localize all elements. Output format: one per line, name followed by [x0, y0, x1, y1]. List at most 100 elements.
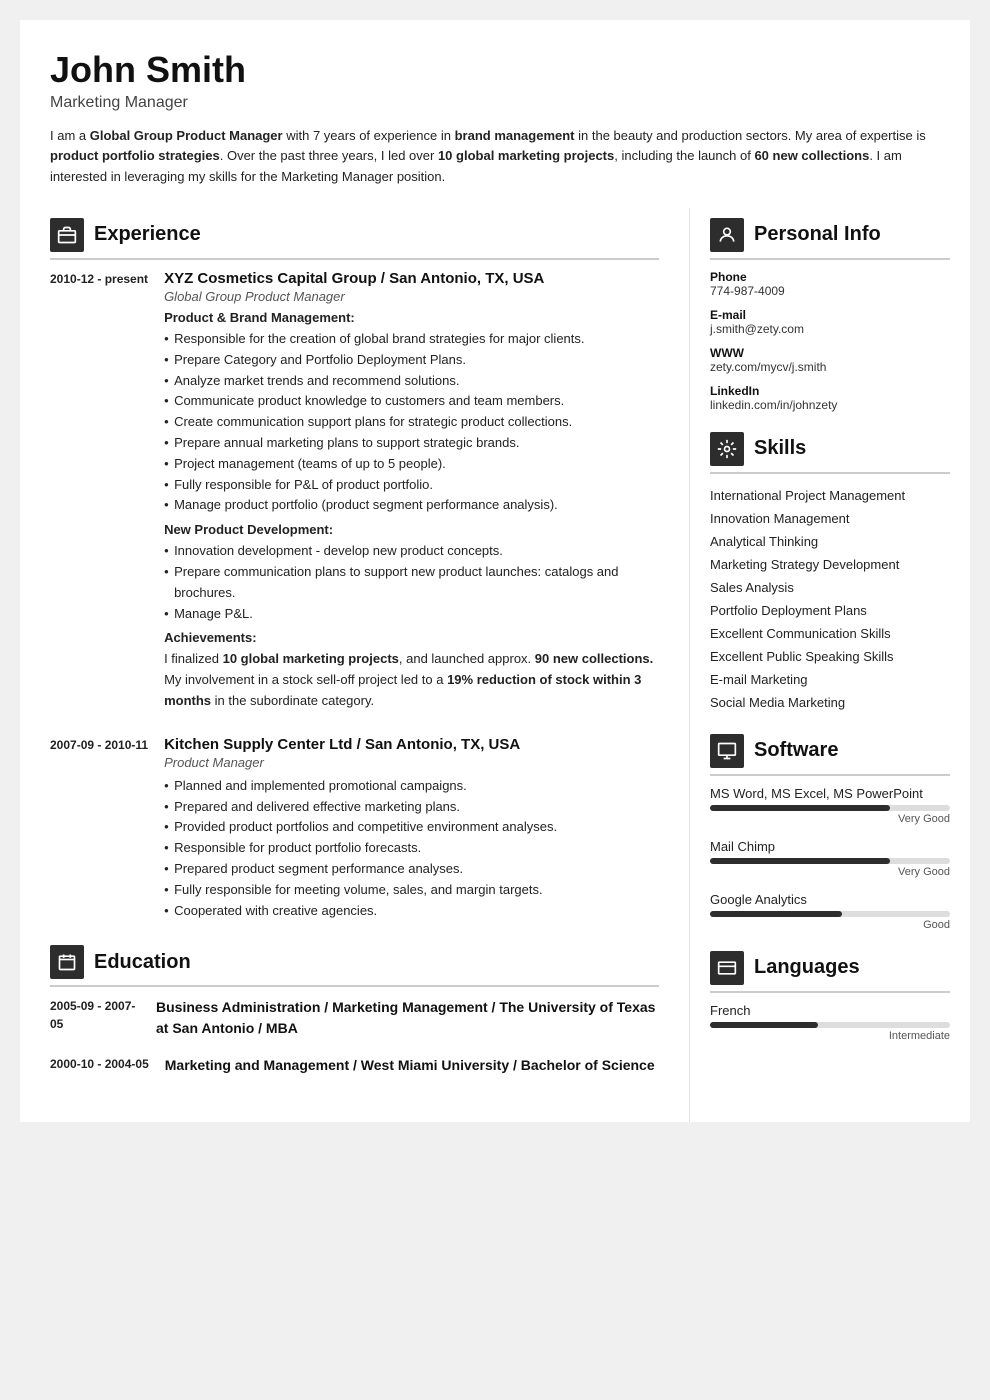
phone-label: Phone [710, 270, 950, 284]
personal-info-section-header: Personal Info [710, 218, 950, 260]
language-level-1: Intermediate [710, 1030, 950, 1042]
languages-icon [710, 951, 744, 985]
personal-info-icon [710, 218, 744, 252]
list-item: Responsible for product portfolio foreca… [164, 838, 659, 859]
experience-section-header: Experience [50, 218, 659, 260]
list-item: Manage P&L. [164, 604, 659, 625]
resume-header: John Smith Marketing Manager I am a Glob… [20, 20, 970, 208]
list-item: Communicate product knowledge to custome… [164, 391, 659, 412]
exp-subheader-achievements: Achievements: [164, 630, 659, 645]
language-name-1: French [710, 1003, 950, 1018]
software-name-1: MS Word, MS Excel, MS PowerPoint [710, 786, 950, 801]
skill-item: Portfolio Deployment Plans [710, 599, 950, 622]
exp-content-2: Kitchen Supply Center Ltd / San Antonio,… [164, 736, 659, 922]
language-item-1: French Intermediate [710, 1003, 950, 1042]
list-item: Manage product portfolio (product segmen… [164, 495, 659, 516]
skill-item: Excellent Communication Skills [710, 622, 950, 645]
software-item-2: Mail Chimp Very Good [710, 839, 950, 878]
list-item: Planned and implemented promotional camp… [164, 776, 659, 797]
exp-role-1: Global Group Product Manager [164, 289, 659, 304]
candidate-name: John Smith [50, 50, 940, 90]
experience-heading: Experience [94, 223, 201, 246]
education-entry-1: 2005-09 - 2007-05 Business Administratio… [50, 997, 659, 1039]
skill-item: Sales Analysis [710, 576, 950, 599]
email-label: E-mail [710, 308, 950, 322]
software-name-3: Google Analytics [710, 892, 950, 907]
education-section-header: Education [50, 945, 659, 987]
list-item: Responsible for the creation of global b… [164, 329, 659, 350]
list-item: Prepare Category and Portfolio Deploymen… [164, 350, 659, 371]
linkedin-label: LinkedIn [710, 384, 950, 398]
phone-info: Phone 774-987-4009 [710, 270, 950, 298]
skill-item: International Project Management [710, 484, 950, 507]
languages-heading: Languages [754, 956, 860, 979]
skill-item: Social Media Marketing [710, 691, 950, 714]
www-label: WWW [710, 346, 950, 360]
software-bar-3 [710, 911, 950, 917]
exp-subheader-newproduct: New Product Development: [164, 522, 659, 537]
exp-company-2: Kitchen Supply Center Ltd / San Antonio,… [164, 736, 659, 753]
software-level-1: Very Good [710, 813, 950, 825]
list-item: Analyze market trends and recommend solu… [164, 371, 659, 392]
education-icon [50, 945, 84, 979]
skill-item: Marketing Strategy Development [710, 553, 950, 576]
skills-icon [710, 432, 744, 466]
edu-degree-2: Marketing and Management / West Miami Un… [165, 1055, 655, 1076]
sidebar: Personal Info Phone 774-987-4009 E-mail … [690, 208, 970, 1122]
software-level-2: Very Good [710, 866, 950, 878]
software-item-3: Google Analytics Good [710, 892, 950, 931]
language-fill-1 [710, 1022, 818, 1028]
software-section-header: Software [710, 734, 950, 776]
linkedin-value: linkedin.com/in/johnzety [710, 398, 950, 412]
main-column: Experience 2010-12 - present XYZ Cosmeti… [20, 208, 690, 1122]
exp-bullets-kitchen: Planned and implemented promotional camp… [164, 776, 659, 922]
skill-item: Excellent Public Speaking Skills [710, 645, 950, 668]
list-item: Fully responsible for meeting volume, sa… [164, 880, 659, 901]
exp-bullets-product: Responsible for the creation of global b… [164, 329, 659, 516]
education-heading: Education [94, 951, 191, 974]
skill-item: E-mail Marketing [710, 668, 950, 691]
list-item: Prepare annual marketing plans to suppor… [164, 433, 659, 454]
exp-subheader-product: Product & Brand Management: [164, 310, 659, 325]
list-item: Prepared and delivered effective marketi… [164, 797, 659, 818]
list-item: Fully responsible for P&L of product por… [164, 475, 659, 496]
skill-item: Innovation Management [710, 507, 950, 530]
software-fill-1 [710, 805, 890, 811]
software-bar-2 [710, 858, 950, 864]
edu-date-2: 2000-10 - 2004-05 [50, 1055, 149, 1076]
language-bar-1 [710, 1022, 950, 1028]
software-level-3: Good [710, 919, 950, 931]
list-item: Prepared product segment performance ana… [164, 859, 659, 880]
exp-bullets-newproduct: Innovation development - develop new pro… [164, 541, 659, 624]
exp-company-1: XYZ Cosmetics Capital Group / San Antoni… [164, 270, 659, 287]
edu-content-2: Marketing and Management / West Miami Un… [165, 1055, 655, 1076]
list-item: Innovation development - develop new pro… [164, 541, 659, 562]
software-heading: Software [754, 739, 838, 762]
software-icon [710, 734, 744, 768]
software-fill-2 [710, 858, 890, 864]
languages-section-header: Languages [710, 951, 950, 993]
www-value: zety.com/mycv/j.smith [710, 360, 950, 374]
list-item: Create communication support plans for s… [164, 412, 659, 433]
resume-document: John Smith Marketing Manager I am a Glob… [20, 20, 970, 1122]
personal-info-heading: Personal Info [754, 223, 881, 246]
candidate-title: Marketing Manager [50, 94, 940, 112]
email-info: E-mail j.smith@zety.com [710, 308, 950, 336]
list-item: Prepare communication plans to support n… [164, 562, 659, 604]
edu-date-1: 2005-09 - 2007-05 [50, 997, 140, 1039]
software-item-1: MS Word, MS Excel, MS PowerPoint Very Go… [710, 786, 950, 825]
exp-date-1: 2010-12 - present [50, 270, 148, 712]
email-value: j.smith@zety.com [710, 322, 950, 336]
www-info: WWW zety.com/mycv/j.smith [710, 346, 950, 374]
skills-list: International Project Management Innovat… [710, 484, 950, 714]
software-bar-1 [710, 805, 950, 811]
experience-icon [50, 218, 84, 252]
resume-body: Experience 2010-12 - present XYZ Cosmeti… [20, 208, 970, 1122]
skill-item: Analytical Thinking [710, 530, 950, 553]
software-name-2: Mail Chimp [710, 839, 950, 854]
edu-content-1: Business Administration / Marketing Mana… [156, 997, 659, 1039]
education-entry-2: 2000-10 - 2004-05 Marketing and Manageme… [50, 1055, 659, 1076]
exp-date-2: 2007-09 - 2010-11 [50, 736, 148, 922]
skills-section-header: Skills [710, 432, 950, 474]
exp-achievements-text: I finalized 10 global marketing projects… [164, 649, 659, 711]
